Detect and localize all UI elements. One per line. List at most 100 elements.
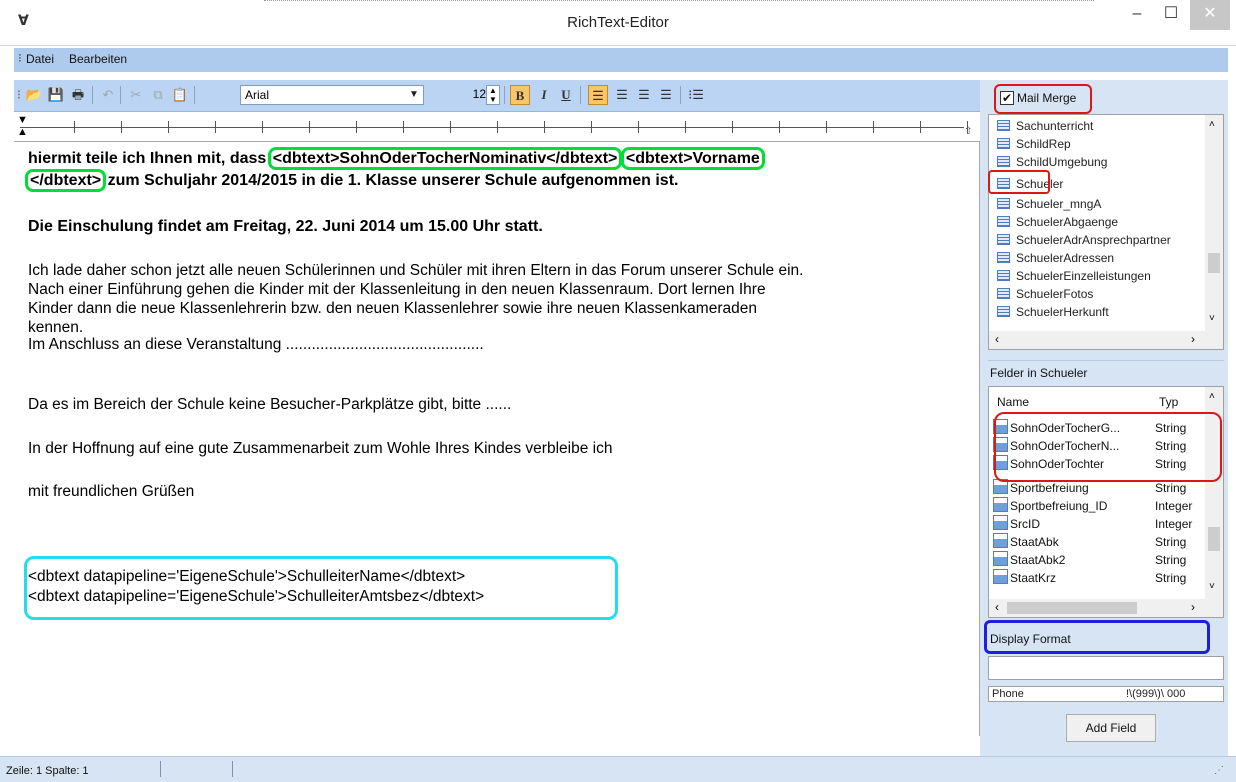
bullet-list-icon[interactable]: ⁝☰ [686, 85, 706, 105]
fields-header: Felder in Schueler [988, 360, 1224, 382]
toolbar-grip-icon: ⁝ [16, 87, 22, 102]
ruler-tick [873, 121, 874, 133]
ruler-tick [544, 121, 545, 133]
ruler[interactable]: ▼ ▲ ⇧ [14, 114, 980, 142]
align-center-icon[interactable]: ☰ [612, 85, 632, 105]
list-item[interactable]: Sachunterricht [997, 119, 1093, 133]
chevron-left-icon[interactable]: ‹ [995, 332, 999, 346]
table-icon [997, 138, 1010, 149]
vertical-scrollbar[interactable]: ˄ ˅ [1205, 115, 1223, 331]
horizontal-scrollbar[interactable]: ‹ › [989, 331, 1223, 349]
horizontal-scrollbar[interactable]: ‹ › [989, 599, 1223, 617]
toolbar-separator [580, 86, 581, 104]
list-item[interactable]: SchildUmgebung [997, 155, 1107, 169]
right-indent-marker-icon[interactable]: ⇧ [964, 126, 972, 137]
chevron-down-icon[interactable]: ˅ [1209, 581, 1215, 592]
list-item[interactable]: SchuelerAdrAnsprechpartner [997, 233, 1171, 247]
mail-merge-label[interactable]: Mail Merge [1017, 91, 1076, 105]
table-list[interactable]: Sachunterricht SchildRep SchildUmgebung … [988, 114, 1224, 350]
first-indent-marker-icon[interactable]: ▼ [17, 114, 28, 126]
table-icon [997, 156, 1010, 167]
toolbar-separator [92, 86, 93, 104]
ruler-tick [356, 121, 357, 133]
title-bar: Ɐ RichText-Editor – ☐ ✕ [0, 0, 1236, 46]
font-size-combo[interactable]: 12 [454, 85, 488, 105]
chevron-right-icon[interactable]: › [1191, 600, 1195, 614]
format-item-label[interactable]: Phone [992, 688, 1024, 700]
align-right-icon[interactable]: ☰ [634, 85, 654, 105]
cut-icon[interactable]: ✂ [126, 85, 146, 105]
justify-icon[interactable]: ☰ [656, 85, 676, 105]
ruler-tick [309, 121, 310, 133]
display-format-input[interactable] [988, 656, 1224, 680]
scrollbar-thumb[interactable] [1007, 602, 1137, 614]
minimize-button[interactable]: – [1120, 0, 1154, 30]
table-icon [997, 288, 1010, 299]
ruler-tick [779, 121, 780, 133]
resize-grip-icon[interactable]: ⋰ [1214, 765, 1224, 776]
paragraph-intro-line2: </dbtext> zum Schuljahr 2014/2015 in die… [24, 169, 678, 192]
print-icon[interactable]: 🖶 [68, 85, 88, 105]
scrollbar-thumb[interactable] [1208, 253, 1220, 273]
ruler-tick [732, 121, 733, 133]
table-icon [997, 270, 1010, 281]
table-row[interactable]: Sportbefreiung_ID [993, 497, 1107, 513]
font-name-combo[interactable]: Arial [240, 85, 424, 105]
table-row[interactable]: SrcID [993, 515, 1040, 531]
scrollbar-thumb[interactable] [1208, 527, 1220, 551]
list-item[interactable]: SchuelerHerkunft [997, 305, 1109, 319]
chevron-left-icon[interactable]: ‹ [995, 600, 999, 614]
signature-name-field: <dbtext datapipeline='EigeneSchule'>Schu… [28, 568, 466, 585]
close-button[interactable]: ✕ [1190, 0, 1230, 30]
format-item-mask[interactable]: !\(999\)\ 000 [1126, 688, 1185, 700]
list-item[interactable]: SchuelerAbgaenge [997, 215, 1118, 229]
table-row[interactable]: StaatKrz [993, 569, 1056, 585]
table-icon [997, 198, 1010, 209]
field-icon [993, 497, 1008, 512]
chevron-up-icon[interactable]: ˄ [1209, 119, 1215, 130]
toolbar-separator [194, 86, 195, 104]
underline-button[interactable]: U [556, 85, 576, 105]
paragraph-closing: In der Hoffnung auf eine gute Zusammenar… [28, 440, 613, 457]
list-item[interactable]: SchuelerFotos [997, 287, 1093, 301]
add-field-button[interactable]: Add Field [1066, 714, 1156, 742]
ruler-tick [826, 121, 827, 133]
column-type[interactable]: Typ [1159, 395, 1178, 409]
align-left-icon[interactable]: ☰ [588, 85, 608, 105]
list-item[interactable]: Schueler_mngA [997, 197, 1101, 211]
table-icon [997, 306, 1010, 317]
font-size-spinner[interactable]: ▲ ▼ [486, 85, 500, 105]
column-name[interactable]: Name [997, 395, 1029, 409]
chevron-right-icon[interactable]: › [1191, 332, 1195, 346]
field-icon [993, 569, 1008, 584]
left-indent-marker-icon[interactable]: ▲ [17, 126, 28, 138]
chevron-down-icon[interactable]: ˅ [1209, 313, 1215, 324]
mail-merge-checkbox[interactable]: ✔ [1000, 91, 1014, 105]
menu-grip-icon: ⁝ [18, 51, 22, 65]
bold-button[interactable]: B [510, 85, 530, 105]
paragraph-parking: Da es im Bereich der Schule keine Besuch… [28, 396, 512, 413]
save-icon[interactable]: 💾 [46, 85, 66, 105]
table-row[interactable]: StaatAbk [993, 533, 1059, 549]
chevron-up-icon[interactable]: ˄ [1209, 391, 1215, 402]
paste-icon[interactable]: 📋 [170, 85, 190, 105]
field-icon [993, 515, 1008, 530]
ruler-tick [121, 121, 122, 133]
field-type: String [1155, 553, 1187, 567]
maximize-button[interactable]: ☐ [1154, 0, 1188, 30]
list-item[interactable]: SchuelerEinzelleistungen [997, 269, 1151, 283]
table-row[interactable]: StaatAbk2 [993, 551, 1065, 567]
italic-button[interactable]: I [534, 85, 554, 105]
dbtext-field-vorname: <dbtext>Vorname [620, 147, 765, 170]
copy-icon[interactable]: ⧉ [148, 85, 168, 105]
list-item[interactable]: SchuelerAdressen [997, 251, 1114, 265]
undo-icon[interactable]: ↶ [98, 85, 118, 105]
open-folder-icon[interactable]: 📂 [24, 85, 44, 105]
menu-datei[interactable]: Datei [26, 52, 54, 66]
menu-bearbeiten[interactable]: Bearbeiten [69, 52, 127, 66]
chevron-down-icon[interactable]: ▼ [406, 86, 422, 104]
ruler-tick [450, 121, 451, 133]
rich-text-editor[interactable]: hiermit teile ich Ihnen mit, dass <dbtex… [14, 142, 980, 736]
list-item[interactable]: SchildRep [997, 137, 1071, 151]
selection-dots [264, 0, 1094, 4]
